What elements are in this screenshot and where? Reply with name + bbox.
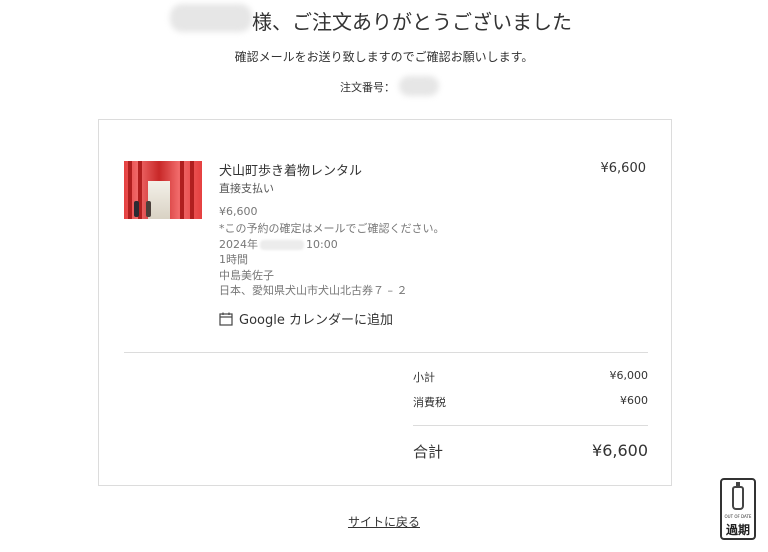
tax-label: 消費税 bbox=[413, 396, 446, 409]
total-row: 合計 ¥6,600 bbox=[413, 441, 648, 462]
confirmation-email-notice: 確認メールをお送り致しますのでご確認お願いします。 bbox=[234, 50, 534, 64]
payment-method: 直接支払い bbox=[219, 182, 274, 195]
redacted-order-number bbox=[399, 76, 439, 96]
item-price: ¥6,600 bbox=[600, 161, 647, 176]
divider bbox=[413, 425, 648, 426]
order-number-label: 注文番号： bbox=[340, 81, 395, 94]
subtotal-row: 小計 ¥6,000 bbox=[413, 369, 648, 385]
booking-date-prefix: 2024年 bbox=[219, 238, 258, 251]
redacted-customer-name bbox=[170, 4, 252, 32]
back-to-site-link[interactable]: サイトに戻る bbox=[0, 513, 768, 530]
badge-kanji: 過期 bbox=[725, 523, 750, 537]
tax-value: ¥600 bbox=[620, 394, 648, 407]
calendar-icon bbox=[219, 312, 233, 326]
page-title: 様、ご注文ありがとうございました bbox=[252, 10, 572, 34]
redacted-date bbox=[260, 240, 304, 250]
tax-row: 消費税 ¥600 bbox=[413, 394, 648, 410]
order-summary-card: 犬山町歩き着物レンタル 直接支払い ¥6,600 ¥6,600 *この予約の確定… bbox=[98, 119, 672, 486]
item-name: 犬山町歩き着物レンタル bbox=[219, 164, 363, 179]
add-to-google-calendar-link[interactable]: Google カレンダーに追加 bbox=[219, 309, 393, 328]
item-thumbnail bbox=[124, 161, 202, 219]
booking-datetime: 2024年 10:00 bbox=[219, 236, 338, 252]
unit-price: ¥6,600 bbox=[219, 205, 258, 218]
contact-name: 中島美佐子 bbox=[219, 269, 274, 282]
badge-small-text: OUT OF DATE bbox=[724, 514, 752, 519]
subtotal-value: ¥6,000 bbox=[609, 369, 649, 382]
subtotal-label: 小計 bbox=[413, 371, 435, 384]
booking-time: 10:00 bbox=[306, 238, 338, 251]
booking-duration: 1時間 bbox=[219, 253, 248, 266]
booking-note: *この予約の確定はメールでご確認ください。 bbox=[219, 222, 445, 235]
out-of-date-badge: OUT OF DATE 過期 bbox=[720, 478, 756, 540]
total-label: 合計 bbox=[413, 443, 444, 461]
milk-bottle-icon bbox=[732, 482, 744, 510]
divider bbox=[124, 352, 648, 353]
address: 日本、愛知県犬山市犬山北古券７ – ２ bbox=[219, 284, 408, 297]
total-value: ¥6,600 bbox=[592, 441, 648, 460]
calendar-link-label: Google カレンダーに追加 bbox=[239, 313, 393, 328]
